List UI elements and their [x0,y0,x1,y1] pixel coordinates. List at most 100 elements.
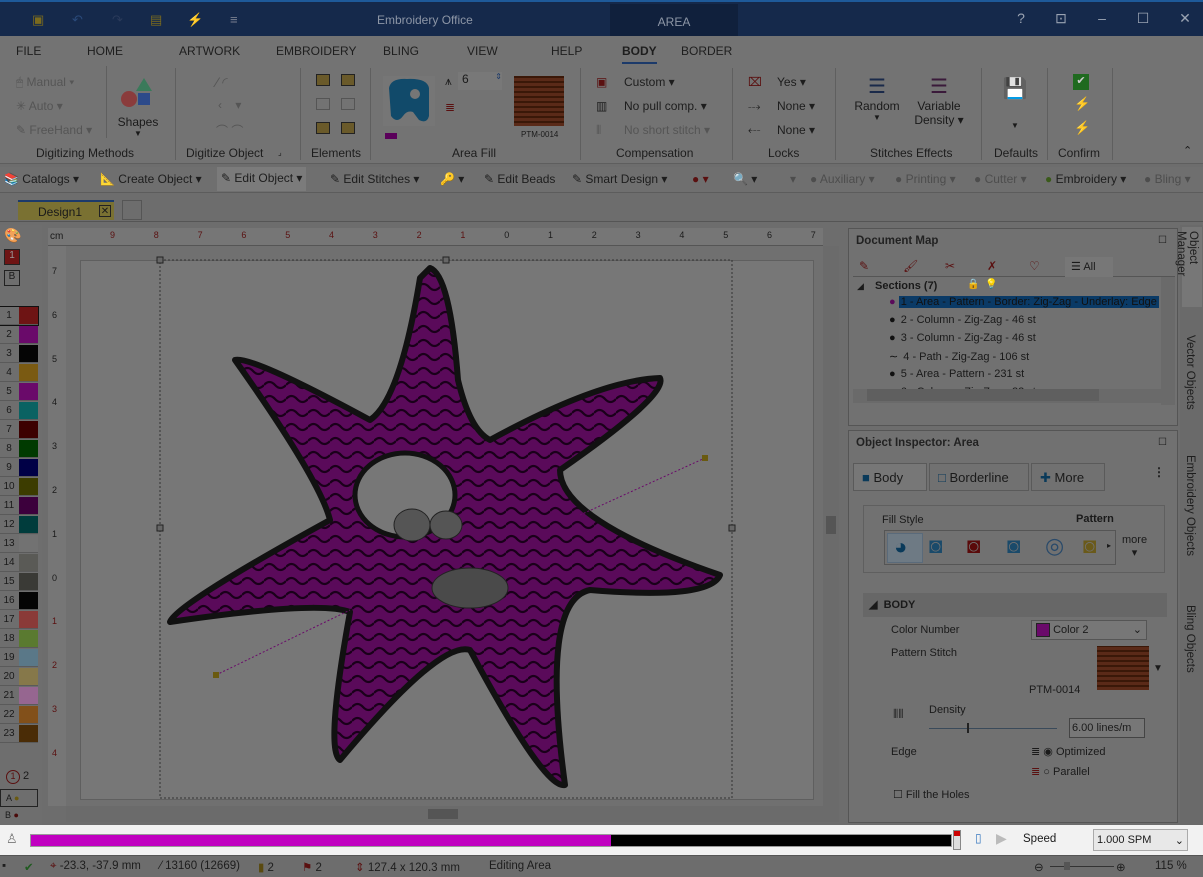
kebab-menu-icon[interactable]: ⋮ [1153,465,1165,479]
fill-holes-checkbox[interactable]: ☐ Fill the Holes [893,788,970,801]
color-number-label: Color Number [891,624,960,636]
left-eye-object[interactable] [393,508,431,542]
filter-bling-tab[interactable]: ♡ [1029,259,1040,273]
variable-density-button[interactable]: ☰ Variable Density ▾ [912,74,966,127]
random-icon: ☰ [868,76,886,98]
vertical-scrollbar[interactable] [823,246,839,806]
resize-handle[interactable] [156,256,164,264]
filter-all-tab[interactable]: ☰ All [1065,257,1113,277]
fill-net-option[interactable]: ◙ [1007,533,1020,559]
edge-optimized-radio[interactable]: ≣ ◉ Optimized [1031,745,1105,758]
section-item-label: 1 - Area - Pattern - Border: Zig-Zag - U… [898,296,1159,308]
tab-vector-objects[interactable]: Vector Objects [1184,335,1196,410]
density-slider[interactable] [929,723,1057,733]
maximize-panel-icon[interactable]: ☐ [1158,235,1167,246]
color-value: Color 2 [1053,623,1089,636]
density-slider-thumb[interactable] [967,723,970,733]
defaults-button[interactable]: 💾 ▼ [1000,76,1030,130]
tab-body[interactable]: ■ Body [853,463,927,491]
fill-style-label: Fill Style [882,514,924,526]
collapse-sections-icon[interactable]: ◢ [857,281,864,292]
tab-borderline[interactable]: □ Borderline [929,463,1029,491]
stitch-progress-fill [31,835,611,846]
section-item[interactable]: ● 3 - Column - Zig-Zag - 46 st [889,332,1038,344]
optimized-label: Optimized [1055,746,1106,758]
visibility-icon[interactable]: 💡 [985,279,997,290]
fill-satin-option[interactable]: ◙ [1083,533,1096,559]
bling-button[interactable]: ● Bling ▾ [1144,172,1191,186]
mouth-object[interactable] [431,567,509,609]
horizontal-scrollbar[interactable] [66,806,839,822]
docmap-vertical-scrollbar[interactable] [1161,277,1175,405]
color-number-dropdown[interactable]: Color 2 ⌄ [1031,620,1147,640]
help-icon[interactable]: ? [1006,10,1036,26]
lock-icon[interactable]: 🔒 [967,279,979,290]
stitch-progress-slider[interactable] [30,834,952,847]
section-item[interactable]: ● 5 - Area - Pattern - 231 st [889,368,1026,380]
color-swatch [1036,623,1050,637]
section-item[interactable]: ● 2 - Column - Zig-Zag - 46 st [889,314,1038,326]
edge-parallel-radio[interactable]: ≣ ○ Parallel [1031,765,1090,778]
fill-contour-option[interactable]: ◎ [1045,533,1064,559]
variable-label: Variable [917,99,961,113]
cutter-button[interactable]: ● Cutter ▾ [974,172,1027,186]
progress-handle[interactable] [953,830,961,850]
ok-status-icon: ✔ [24,862,34,874]
body-section-header[interactable]: ◢ BODY [863,593,1167,617]
filter-stitch-tab[interactable]: ✗ [987,259,997,273]
more-fill-styles-button[interactable]: more ▾ [1122,534,1147,559]
confirm-lightning-icon[interactable]: ⚡ [1074,96,1090,112]
fill-direction-line[interactable] [215,609,351,676]
minimize-button[interactable]: – [1087,10,1117,26]
embroidery-button[interactable]: ● Embroidery ▾ [1045,172,1126,186]
maximize-button[interactable]: ☐ [1128,10,1158,27]
apply-lightning-icon[interactable]: ⚡ [1074,120,1090,136]
section-item[interactable]: ∼ 4 - Path - Zig-Zag - 106 st [889,350,1031,363]
group-confirm: Confirm [1058,146,1101,160]
resize-handle[interactable] [728,524,736,532]
tab-more[interactable]: ✚ More [1031,463,1105,491]
fill-direction-line[interactable] [579,457,706,516]
tab-object-manager[interactable]: Object Manager [1175,227,1202,307]
gallery-scroll-right-icon[interactable]: ▸ [1107,541,1111,550]
filter-brush-tab[interactable]: 🖌 [903,259,918,273]
direction-handle[interactable] [213,672,219,678]
zoom-out-button[interactable]: ⊖ [1034,860,1044,874]
ribbon-display-icon[interactable]: ⊡ [1046,10,1076,27]
density-label: Density [929,704,966,716]
step-icon[interactable]: ▯ [975,831,982,845]
sections-header: Sections (7) [875,280,938,292]
resize-handle[interactable] [156,524,164,532]
speed-dropdown[interactable]: 1.000 SPM ⌄ [1093,829,1188,851]
printing-button[interactable]: ● Printing ▾ [895,172,956,186]
zoom-in-button[interactable]: ⊕ [1116,860,1126,874]
resize-handle[interactable] [442,256,450,264]
stitch-player-icon[interactable]: ♙ [6,831,18,847]
close-button[interactable]: ✕ [1170,10,1200,27]
fill-style-gallery[interactable]: ◕ ◙ ◙ ◙ ◎ ◙ ▸ [884,530,1116,565]
zoom-level: 115 % [1155,860,1187,872]
play-button[interactable]: ▶ [996,830,1007,847]
confirm-check-icon[interactable]: ✔ [1073,74,1089,90]
collapse-ribbon-icon[interactable]: ⌃ [1183,144,1192,157]
fill-pattern-option[interactable]: ◕ [887,533,923,563]
tab-bling-objects[interactable]: Bling Objects [1184,605,1196,673]
maximize-panel-icon[interactable]: ☐ [1158,437,1167,448]
pattern-dropdown-icon[interactable]: ▼ [1153,663,1163,674]
zoom-slider[interactable] [1050,862,1114,870]
filter-pencil-tab[interactable]: ✎ [859,259,869,273]
design-artwork[interactable] [0,0,840,820]
stitch-count: ⁄ 13160 (12669) [160,860,240,872]
pattern-stitch-preview[interactable] [1097,646,1149,690]
random-button[interactable]: ☰ Random ▼ [852,74,902,122]
tab-embroidery-objects[interactable]: Embroidery Objects [1184,455,1196,556]
right-eye-object[interactable] [429,510,463,540]
section-item[interactable]: ● 1 - Area - Pattern - Border: Zig-Zag -… [889,296,1159,308]
stop-count-status: ⚑ 2 [302,862,322,874]
docmap-horizontal-scrollbar[interactable] [853,389,1163,403]
fill-plaid-option[interactable]: ◙ [967,533,980,559]
direction-handle[interactable] [702,455,708,461]
fill-checker-option[interactable]: ◙ [929,533,942,559]
filter-scissors-tab[interactable]: ✂ [945,259,955,273]
density-input[interactable]: 6.00 lines/m [1069,718,1145,738]
